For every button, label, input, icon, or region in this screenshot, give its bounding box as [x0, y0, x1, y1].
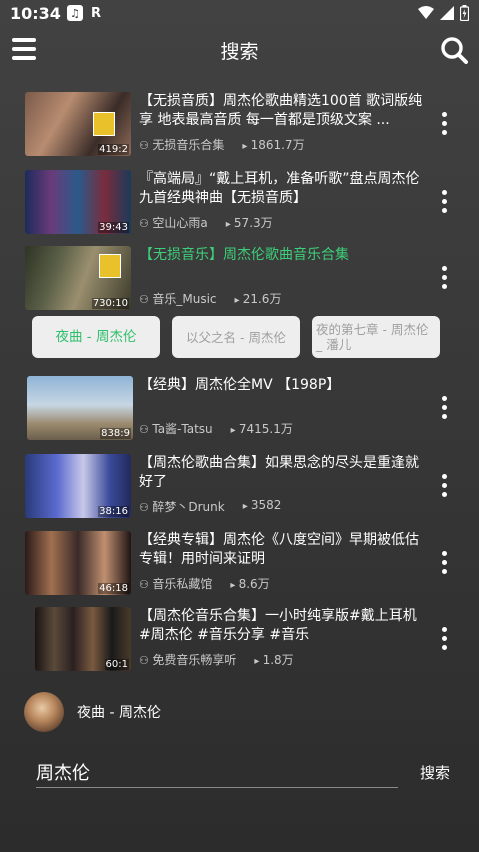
result-item[interactable]: 46:18 【经典专辑】周杰伦《八度空间》早期被低估专辑！用时间来证明 音乐私藏…: [25, 531, 455, 597]
search-input[interactable]: [36, 756, 398, 788]
chip-history[interactable]: 以父之名 - 周杰伦: [172, 316, 300, 358]
result-meta: 音乐_Music 21.6万: [139, 290, 281, 307]
uploader: 醉梦丶Drunk: [139, 498, 224, 515]
more-options-icon[interactable]: [439, 551, 449, 577]
result-title: 【经典】周杰伦全MV 【198P】: [139, 377, 341, 393]
result-meta: 醉梦丶Drunk 3582: [139, 498, 281, 515]
duration: 38:16: [98, 506, 129, 517]
search-icon[interactable]: [440, 36, 468, 64]
uploader: 音乐_Music: [139, 290, 216, 307]
now-playing-bar[interactable]: 夜曲 - 周杰伦: [24, 692, 161, 732]
result-item[interactable]: 38:16 【周杰伦歌曲合集】如果思念的尽头是重逢就好了 醉梦丶Drunk 35…: [25, 454, 455, 520]
history-chips: 夜曲 - 周杰伦 以父之名 - 周杰伦 夜的第七章 - 周杰伦 _ 潘儿: [32, 316, 440, 358]
play-count: 21.6万: [235, 290, 282, 307]
result-title: 【经典专辑】周杰伦《八度空间》早期被低估专辑！用时间来证明: [139, 532, 419, 567]
result-meta: 音乐私藏馆 8.6万: [139, 575, 270, 592]
result-meta: 免费音乐畅享听 1.8万: [139, 651, 294, 668]
duration: 838:9: [100, 428, 131, 439]
duration: 730:10: [91, 298, 129, 309]
thumbnail: 38:16: [25, 454, 131, 518]
result-item[interactable]: 39:43 『高端局』“戴上耳机，准备听歌”盘点周杰伦九首经典神曲【无损音质】 …: [25, 170, 455, 236]
r-notification-icon: R: [90, 5, 101, 21]
chip-history[interactable]: 夜曲 - 周杰伦: [32, 316, 160, 358]
uploader: 空山心雨a: [139, 214, 207, 231]
hires-badge-icon: [99, 254, 121, 278]
search-row: 搜索: [36, 756, 450, 792]
play-count: 57.3万: [226, 214, 273, 231]
thumbnail: 730:10: [25, 246, 131, 310]
result-meta: Ta酱-Tatsu 7415.1万: [139, 420, 293, 437]
result-item[interactable]: 419:2 【无损音质】周杰伦歌曲精选100首 歌词版纯享 地表最高音质 每一首…: [25, 92, 455, 158]
result-item[interactable]: 60:1 【周杰伦音乐合集】一小时纯享版#戴上耳机 #周杰伦 #音乐分享 #音乐…: [25, 607, 455, 673]
more-options-icon[interactable]: [439, 266, 449, 292]
more-options-icon[interactable]: [439, 627, 449, 653]
search-button[interactable]: 搜索: [420, 762, 450, 783]
duration: 419:2: [98, 144, 129, 155]
result-meta: 无损音乐合集 1861.7万: [139, 136, 305, 153]
thumbnail: 46:18: [25, 531, 131, 595]
play-count: 8.6万: [230, 575, 270, 592]
more-options-icon[interactable]: [439, 190, 449, 216]
result-meta: 空山心雨a 57.3万: [139, 214, 273, 231]
hires-badge-icon: [93, 112, 115, 136]
play-count: 7415.1万: [231, 420, 293, 437]
thumbnail: 419:2: [25, 92, 131, 156]
duration: 39:43: [98, 222, 129, 233]
more-options-icon[interactable]: [439, 474, 449, 500]
play-count: 1.8万: [254, 651, 294, 668]
status-time: 10:34: [10, 3, 61, 23]
now-playing-title: 夜曲 - 周杰伦: [77, 705, 161, 721]
thumbnail: 60:1: [35, 607, 131, 671]
result-title: 【周杰伦歌曲合集】如果思念的尽头是重逢就好了: [139, 455, 419, 490]
status-bar: 10:34 ♫ R: [0, 0, 479, 26]
signal-icon: [440, 6, 454, 20]
top-bar: 搜索: [0, 26, 479, 74]
uploader: 音乐私藏馆: [139, 575, 212, 592]
result-item[interactable]: 730:10 【无损音乐】周杰伦歌曲音乐合集 音乐_Music 21.6万: [25, 246, 455, 312]
result-title: 【周杰伦音乐合集】一小时纯享版#戴上耳机 #周杰伦 #音乐分享 #音乐: [139, 608, 417, 643]
duration: 46:18: [98, 583, 129, 594]
wifi-icon: [418, 6, 434, 19]
page-title: 搜索: [220, 40, 259, 63]
result-title: 【无损音质】周杰伦歌曲精选100首 歌词版纯享 地表最高音质 每一首都是顶级文案…: [139, 93, 423, 128]
result-title: 【无损音乐】周杰伦歌曲音乐合集: [139, 247, 349, 263]
menu-icon[interactable]: [12, 38, 36, 60]
battery-icon: [460, 5, 469, 21]
result-item[interactable]: 838:9 【经典】周杰伦全MV 【198P】 Ta酱-Tatsu 7415.1…: [25, 376, 455, 442]
duration: 60:1: [104, 659, 129, 670]
play-count: 3582: [243, 498, 282, 515]
album-cover[interactable]: [24, 692, 64, 732]
chip-history[interactable]: 夜的第七章 - 周杰伦 _ 潘儿: [312, 316, 440, 358]
uploader: 无损音乐合集: [139, 136, 224, 153]
app-notification-icon: ♫: [66, 5, 83, 21]
uploader: Ta酱-Tatsu: [139, 420, 212, 437]
play-count: 1861.7万: [242, 136, 305, 153]
result-title: 『高端局』“戴上耳机，准备听歌”盘点周杰伦九首经典神曲【无损音质】: [139, 171, 420, 206]
thumbnail: 39:43: [25, 170, 131, 234]
more-options-icon[interactable]: [439, 112, 449, 138]
uploader: 免费音乐畅享听: [139, 651, 236, 668]
thumbnail: 838:9: [27, 376, 133, 440]
more-options-icon[interactable]: [439, 396, 449, 422]
